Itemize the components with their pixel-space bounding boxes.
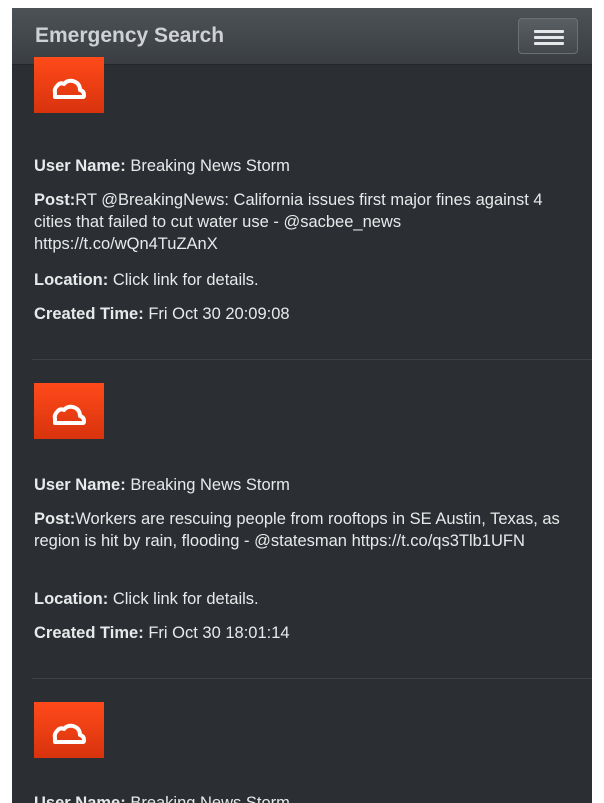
divider bbox=[32, 359, 592, 360]
created-time-field: Created Time: Fri Oct 30 20:09:08 bbox=[34, 305, 290, 323]
post-link[interactable]: https://t.co/qs3Tlb1UFN bbox=[352, 532, 525, 550]
user-name-field: User Name: Breaking News Storm bbox=[34, 157, 290, 175]
hamburger-icon bbox=[534, 42, 564, 45]
user-name-field: User Name: Breaking News Storm bbox=[34, 476, 290, 494]
user-name-field: User Name: Breaking News Storm bbox=[34, 792, 582, 803]
location-field: Location: Click link for details. bbox=[34, 590, 259, 608]
post-text: RT @BreakingNews: California issues firs… bbox=[34, 191, 543, 231]
divider bbox=[32, 678, 592, 679]
hamburger-icon bbox=[534, 30, 564, 33]
user-name-value: Breaking News Storm bbox=[130, 794, 290, 803]
hamburger-icon bbox=[534, 36, 564, 39]
location-link[interactable]: Click link for details. bbox=[113, 271, 259, 289]
location-field: Location: Click link for details. bbox=[34, 271, 259, 289]
app-title[interactable]: Emergency Search bbox=[35, 24, 224, 48]
post-field: Post:Workers are rescuing people from ro… bbox=[34, 510, 560, 550]
menu-toggle-button[interactable] bbox=[518, 18, 578, 54]
created-time-field: Created Time: Fri Oct 30 18:01:14 bbox=[34, 624, 290, 642]
storm-logo-icon bbox=[34, 57, 104, 113]
app-screen: Emergency Search User Name: Breaking New… bbox=[12, 8, 592, 803]
created-time-value: Fri Oct 30 18:01:14 bbox=[148, 624, 290, 642]
user-name-value: Breaking News Storm bbox=[130, 476, 290, 494]
created-time-value: Fri Oct 30 20:09:08 bbox=[148, 305, 290, 323]
storm-logo-icon bbox=[34, 383, 104, 439]
location-link[interactable]: Click link for details. bbox=[113, 590, 259, 608]
storm-logo-icon bbox=[34, 702, 104, 758]
post-field: Post:RT @BreakingNews: California issues… bbox=[34, 191, 543, 253]
post-link[interactable]: https://t.co/wQn4TuZAnX bbox=[34, 235, 218, 253]
user-name-value: Breaking News Storm bbox=[130, 157, 290, 175]
